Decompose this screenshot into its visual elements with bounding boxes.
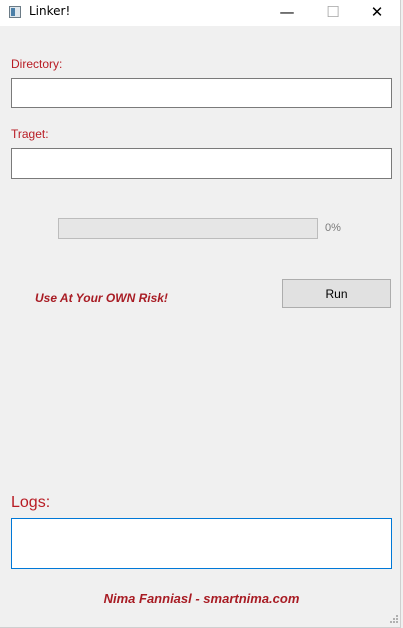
run-button[interactable]: Run [282,279,391,308]
maximize-icon: ☐ [326,3,340,21]
title-bar[interactable]: Linker! — ☐ ✕ [0,0,400,26]
target-input[interactable] [12,149,391,178]
author-footer: Nima Fanniasl - smartnima.com [103,591,300,606]
resize-grip-icon[interactable] [389,614,399,624]
app-window: Linker! — ☐ ✕ Directory: Traget: 0% Use … [0,0,401,628]
target-field-box[interactable] [11,148,392,179]
progress-percent: 0% [325,222,341,234]
minimize-button[interactable]: — [264,0,310,26]
minimize-icon: — [279,3,295,21]
logs-label: Logs: [11,494,51,511]
risk-warning: Use At Your OWN Risk! [35,291,168,305]
close-icon: ✕ [370,3,384,21]
window-title: Linker! [29,4,71,18]
directory-field-box[interactable] [11,78,392,108]
close-button[interactable]: ✕ [354,0,400,26]
progress-bar [58,218,318,239]
directory-label: Directory: [11,57,63,71]
directory-input[interactable] [12,79,391,107]
logs-field-box[interactable] [11,518,392,569]
target-label: Traget: [11,127,49,141]
window-app-icon [9,6,21,18]
logs-textarea[interactable] [12,519,391,568]
maximize-button[interactable]: ☐ [310,0,356,26]
